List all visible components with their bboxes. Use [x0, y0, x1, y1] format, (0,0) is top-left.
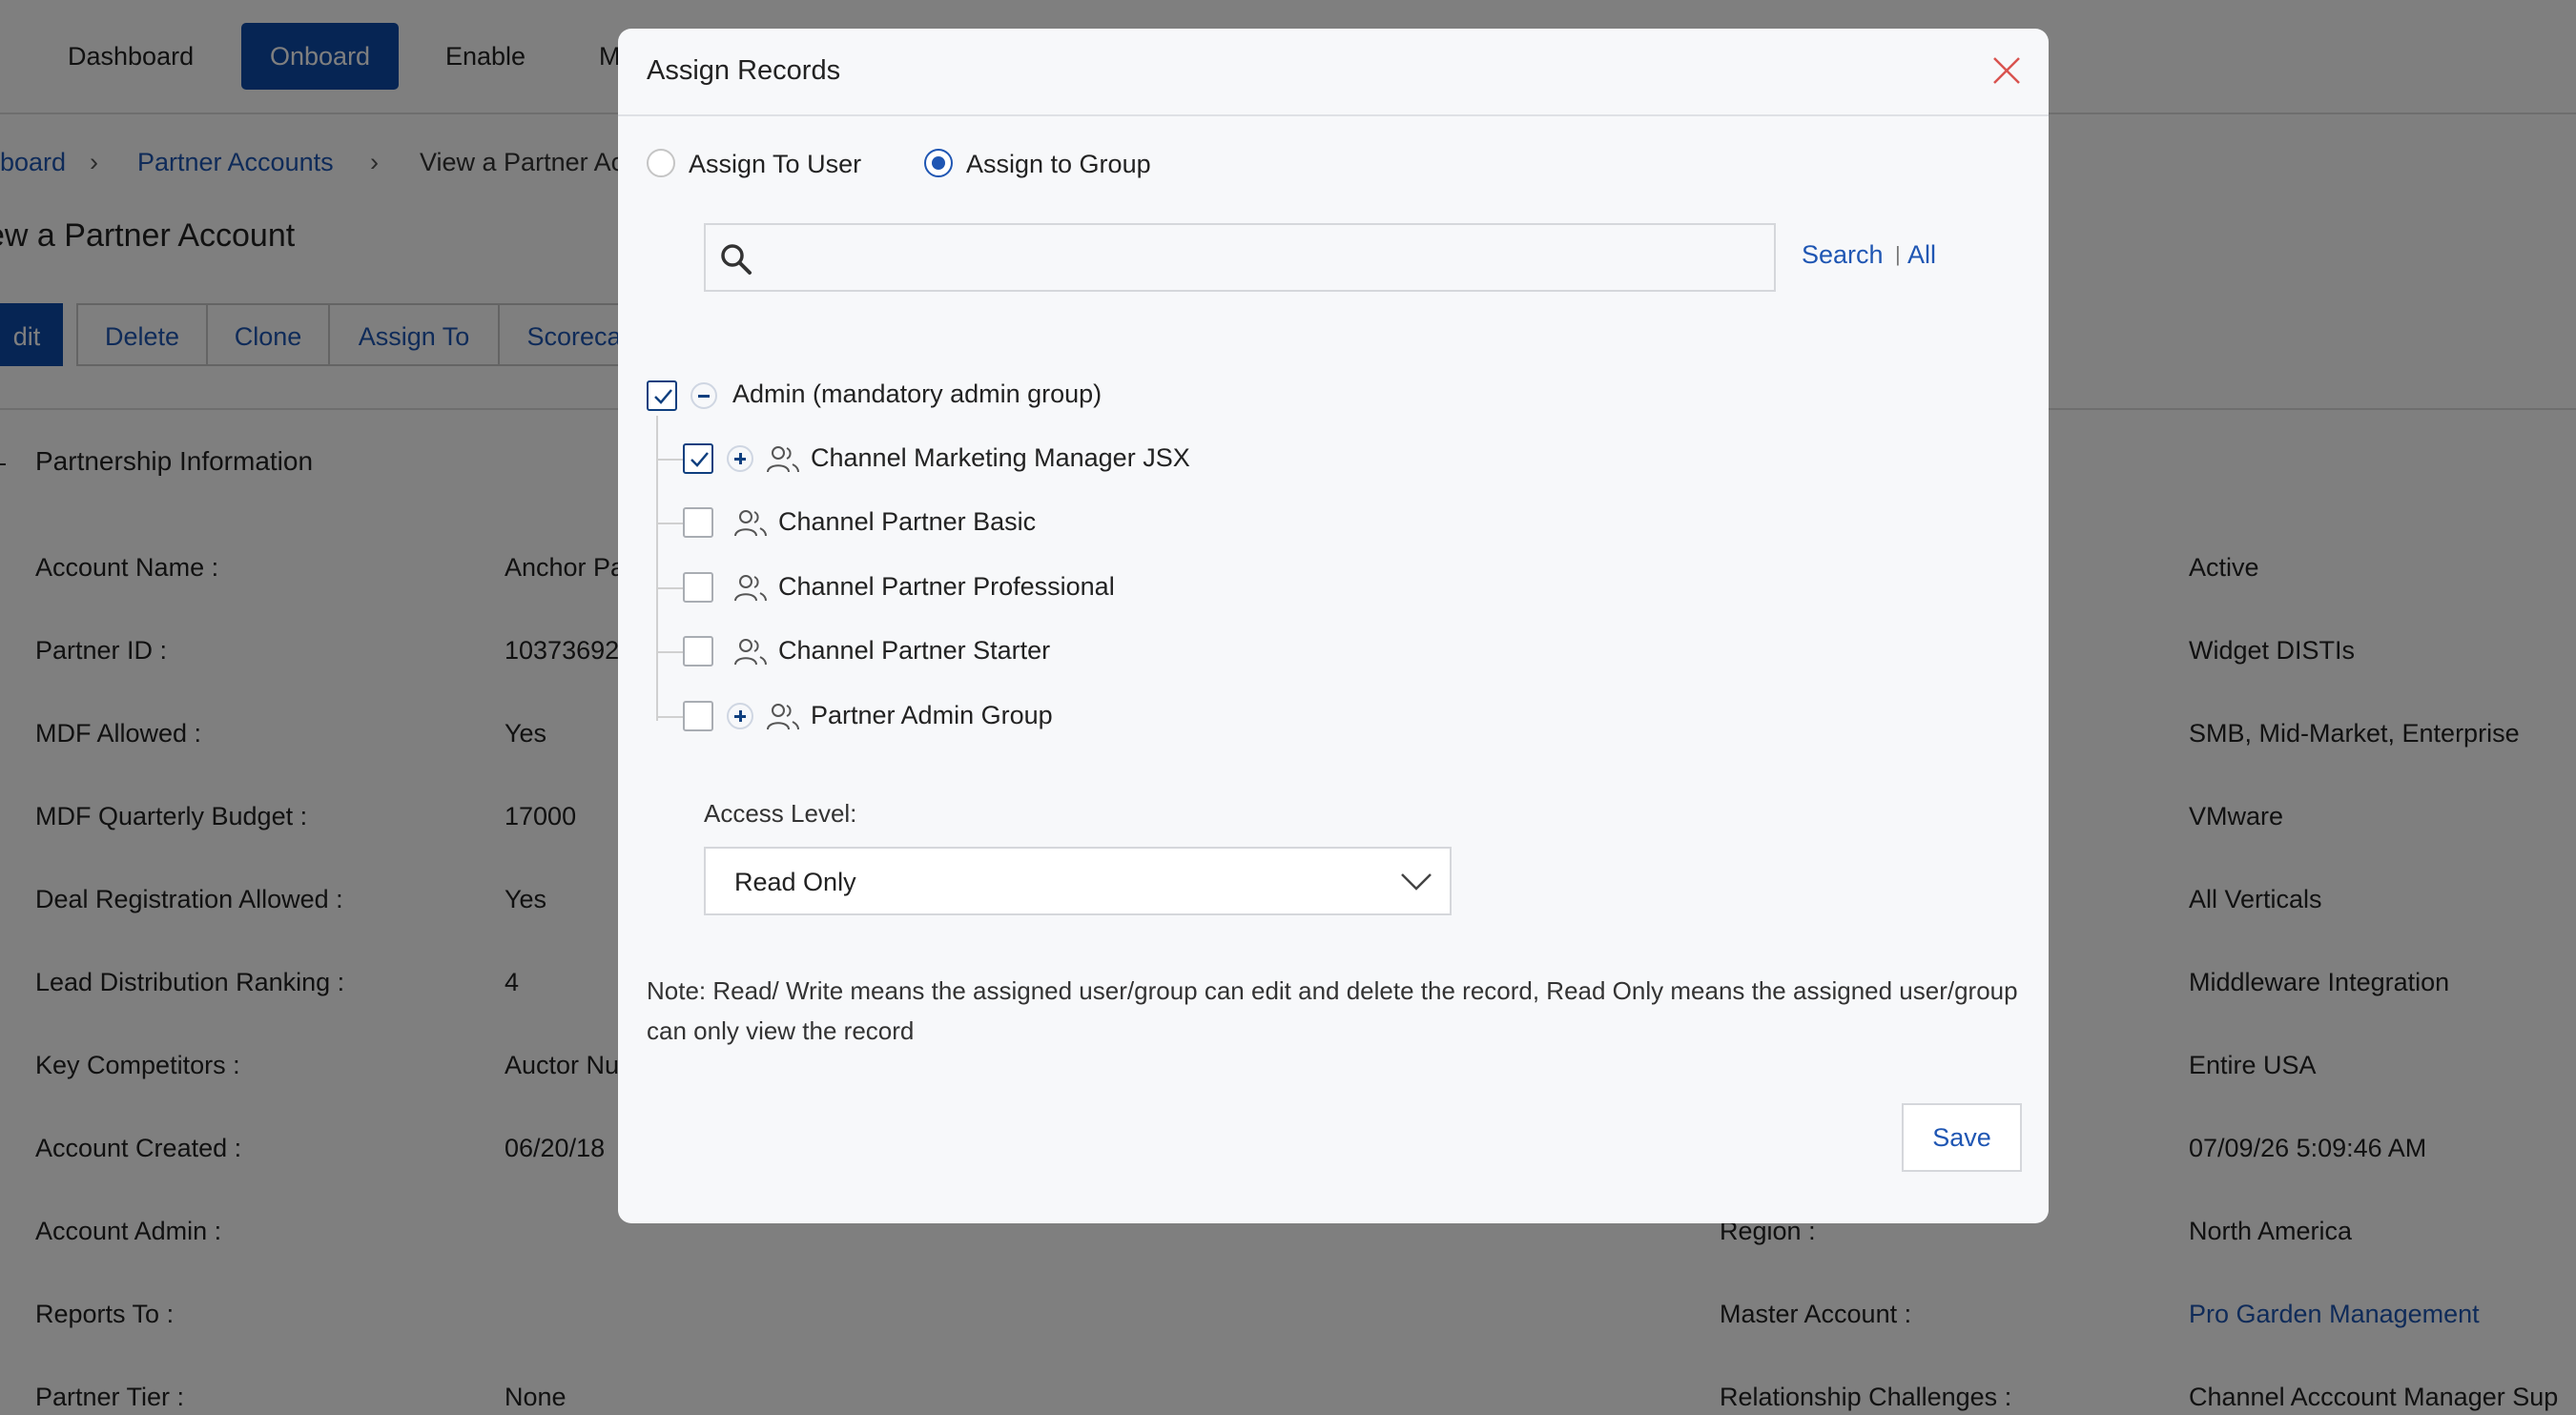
note-text: Note: Read/ Write means the assigned use… [647, 976, 2018, 1045]
access-level-value: Read Only [734, 868, 856, 896]
group-icon [767, 446, 799, 473]
group-icon [734, 510, 767, 537]
checkbox-channel-partner-professional[interactable] [683, 572, 713, 603]
radio-button-selected[interactable] [924, 149, 953, 177]
checkbox-partner-admin-group[interactable] [683, 701, 713, 731]
close-icon[interactable] [1991, 55, 2022, 86]
search-link[interactable]: Search [1802, 240, 1884, 270]
tree-connector [656, 416, 658, 721]
checkbox-channel-partner-basic[interactable] [683, 507, 713, 538]
tree-item-admin[interactable]: Admin (mandatory admin group) [732, 379, 1102, 409]
search-input[interactable] [763, 225, 1768, 292]
group-icon [767, 704, 799, 730]
expand-toggle[interactable] [727, 703, 753, 729]
chevron-down-icon [1401, 873, 1432, 891]
access-level-label: Access Level: [704, 799, 857, 828]
all-link[interactable]: All [1907, 240, 1936, 270]
checkbox-admin[interactable] [647, 380, 677, 411]
tree-item-channel-partner-basic[interactable]: Channel Partner Basic [778, 507, 1036, 537]
dialog-header: Assign Records [618, 29, 2049, 116]
tree-item-partner-admin-group[interactable]: Partner Admin Group [811, 701, 1053, 730]
expand-toggle[interactable] [727, 445, 753, 472]
tree-item-channel-partner-starter[interactable]: Channel Partner Starter [778, 636, 1050, 666]
checkbox-channel-marketing-manager[interactable] [683, 443, 713, 474]
search-box [704, 223, 1776, 292]
dialog-title: Assign Records [647, 55, 841, 86]
group-icon [734, 639, 767, 666]
checkbox-channel-partner-starter[interactable] [683, 636, 713, 666]
radio-label: Assign To User [689, 150, 862, 178]
save-button[interactable]: Save [1902, 1103, 2022, 1172]
assign-records-dialog: Assign Records Assign To User Assign to … [618, 29, 2049, 1223]
radio-label: Assign to Group [966, 150, 1151, 178]
tree-item-channel-marketing-manager[interactable]: Channel Marketing Manager JSX [811, 443, 1190, 473]
search-separator: | [1895, 242, 1901, 266]
tree-item-channel-partner-professional[interactable]: Channel Partner Professional [778, 572, 1115, 602]
collapse-toggle[interactable] [690, 382, 717, 409]
access-level-select[interactable]: Read Only [704, 847, 1452, 915]
search-icon [721, 244, 752, 275]
radio-button[interactable] [647, 149, 675, 177]
check-icon [690, 452, 709, 467]
group-icon [734, 575, 767, 602]
check-icon [654, 389, 672, 404]
